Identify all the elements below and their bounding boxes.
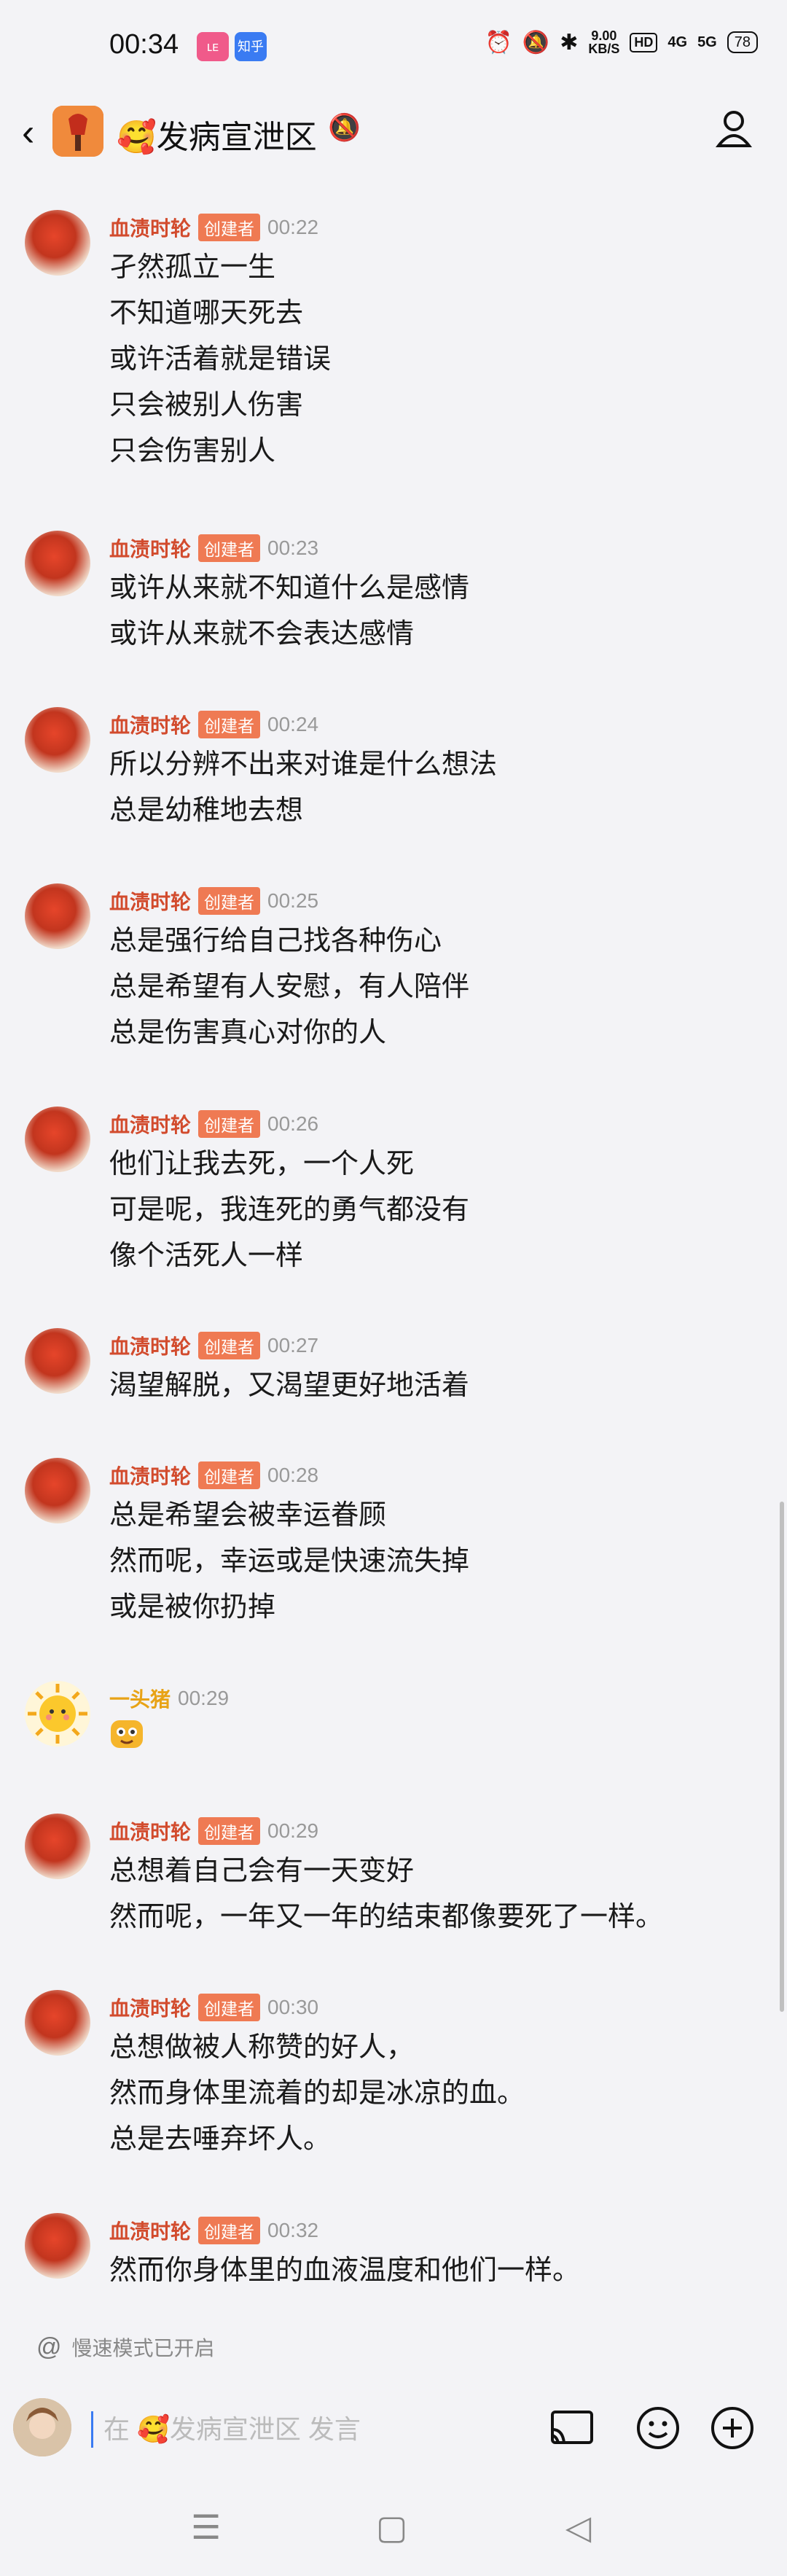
avatar[interactable] <box>25 210 90 276</box>
message-time: 00:29 <box>178 1687 230 1709</box>
avatar[interactable] <box>25 1990 90 2056</box>
sender-name[interactable]: 血渍时轮 <box>109 1816 191 1846</box>
zhihu-notification-icon: 知乎 <box>235 32 267 61</box>
menu-icon[interactable]: ☰ <box>191 2507 221 2547</box>
status-icons: ⏰ 🔕 ✱ 9.00 KB/S HD 4G 5G 78 <box>485 28 758 56</box>
chat-header: ‹ 🥰发病宣泄区 🔕 <box>0 95 787 175</box>
message-text: 总想做被人称赞的好人， 然而身体里流着的却是冰凉的血。 总是去唾弃坏人。 <box>109 2032 525 2155</box>
message-time: 00:22 <box>267 216 319 238</box>
member-profile-icon[interactable] <box>708 104 759 155</box>
muted-bell-icon: 🔕 <box>328 112 361 142</box>
my-avatar[interactable] <box>13 2398 71 2456</box>
message-text: 或许从来就不知道什么是感情 或许从来就不会表达感情 <box>109 573 470 649</box>
avatar[interactable] <box>25 1681 90 1746</box>
sender-name[interactable]: 血渍时轮 <box>109 2216 191 2245</box>
sender-name[interactable]: 血渍时轮 <box>109 1109 191 1139</box>
alarm-icon: ⏰ <box>485 30 512 55</box>
creator-badge: 创建者 <box>198 887 261 915</box>
screen-cast-icon[interactable] <box>548 2408 596 2448</box>
sender-name[interactable]: 血渍时轮 <box>109 886 191 916</box>
emoji-icon[interactable] <box>634 2404 682 2452</box>
message-time: 00:27 <box>267 1334 319 1357</box>
sender-name[interactable]: 血渍时轮 <box>109 1461 191 1490</box>
creator-badge: 创建者 <box>198 711 261 738</box>
input-bar: 在 🥰发病宣泄区 发言 <box>0 2391 787 2471</box>
sticker-emoji[interactable] <box>109 1717 144 1753</box>
creator-badge: 创建者 <box>198 1332 261 1359</box>
avatar[interactable] <box>25 707 90 773</box>
signal-5g: 5G <box>697 34 717 50</box>
creator-badge: 创建者 <box>198 534 261 562</box>
message-time: 00:25 <box>267 889 319 912</box>
message-time: 00:29 <box>267 1819 319 1842</box>
avatar[interactable] <box>25 531 90 596</box>
message-text: 总想着自己会有一天变好 然而呢，一年又一年的结束都像要死了一样。 <box>109 1856 664 1932</box>
group-title[interactable]: 🥰发病宣泄区 <box>117 111 317 157</box>
avatar[interactable] <box>25 2213 90 2279</box>
hd-icon: HD <box>630 32 658 52</box>
slow-mode-notice: @ 慢速模式已开启 <box>36 2333 215 2361</box>
message-text: 所以分辨不出来对谁是什么想法 总是幼稚地去想 <box>109 749 498 826</box>
sender-name[interactable]: 血渍时轮 <box>109 1331 191 1360</box>
creator-badge: 创建者 <box>198 1461 261 1489</box>
message-text: 他们让我去死，一个人死 可是呢，我连死的勇气都没有 像个活死人一样 <box>109 1149 470 1271</box>
network-speed: 9.00 KB/S <box>588 28 620 56</box>
plus-icon[interactable] <box>708 2404 756 2452</box>
creator-badge: 创建者 <box>198 1817 261 1845</box>
creator-badge: 创建者 <box>198 214 261 241</box>
clock: 00:34 <box>109 29 179 60</box>
home-icon[interactable]: ▢ <box>376 2507 407 2547</box>
back-arrow-icon[interactable]: ‹ <box>22 111 34 155</box>
creator-badge: 创建者 <box>198 2217 261 2244</box>
message-input[interactable]: 在 🥰发病宣泄区 发言 <box>91 2411 526 2448</box>
signal-4g: 4G <box>667 34 688 50</box>
message-time: 00:26 <box>267 1112 319 1135</box>
group-avatar[interactable] <box>52 106 103 157</box>
message-time: 00:30 <box>267 1996 319 2018</box>
creator-badge: 创建者 <box>198 1994 261 2021</box>
message-time: 00:32 <box>267 2219 319 2241</box>
message-text: 渴望解脱，又渴望更好地活着 <box>109 1370 470 1401</box>
system-nav-bar: ☰ ▢ ◁ <box>0 2493 787 2576</box>
avatar[interactable] <box>25 1458 90 1523</box>
mute-bell-icon: 🔕 <box>522 30 550 55</box>
message-time: 00:23 <box>267 536 319 559</box>
battery-indicator: 78 <box>727 31 758 53</box>
bluetooth-icon: ✱ <box>560 30 579 55</box>
avatar[interactable] <box>25 1814 90 1879</box>
sender-name[interactable]: 一头猪 <box>109 1684 171 1713</box>
message-text: 然而你身体里的血液温度和他们一样。 <box>109 2255 581 2286</box>
avatar[interactable] <box>25 1106 90 1172</box>
status-bar: 00:34 ʟᴇ 知乎 ⏰ 🔕 ✱ 9.00 KB/S HD 4G 5G 78 <box>0 0 787 95</box>
avatar[interactable] <box>25 1328 90 1394</box>
message-text: 总是希望会被幸运眷顾 然而呢，幸运或是快速流失掉 或是被你扔掉 <box>109 1500 470 1623</box>
app-notification-icon: ʟᴇ <box>197 32 229 61</box>
message-text: 总是强行给自己找各种伤心 总是希望有人安慰，有人陪伴 总是伤害真心对你的人 <box>109 926 470 1048</box>
message-time: 00:24 <box>267 713 319 735</box>
snail-icon: @ <box>36 2333 62 2361</box>
sender-name[interactable]: 血渍时轮 <box>109 534 191 563</box>
message-time: 00:28 <box>267 1464 319 1486</box>
creator-badge: 创建者 <box>198 1110 261 1138</box>
sender-name[interactable]: 血渍时轮 <box>109 213 191 242</box>
back-triangle-icon[interactable]: ◁ <box>565 2507 591 2547</box>
sender-name[interactable]: 血渍时轮 <box>109 1993 191 2022</box>
scrollbar[interactable] <box>780 1502 784 2012</box>
sender-name[interactable]: 血渍时轮 <box>109 710 191 739</box>
message-text: 孑然孤立一生 不知道哪天死去 或许活着就是错误 只会被别人伤害 只会伤害别人 <box>109 252 332 467</box>
avatar[interactable] <box>25 883 90 949</box>
